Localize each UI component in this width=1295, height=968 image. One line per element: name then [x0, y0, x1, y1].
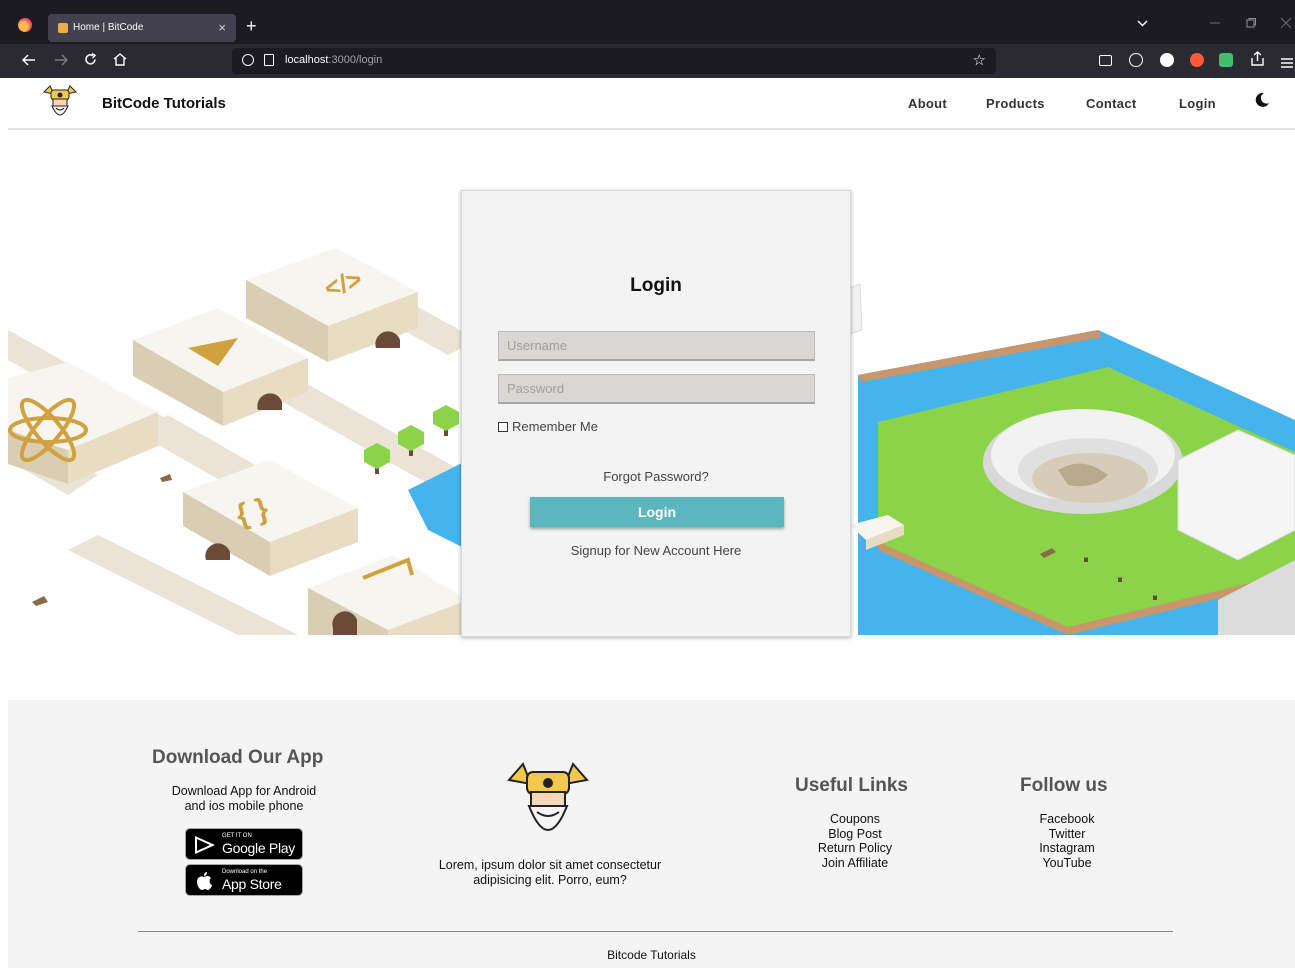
link-facebook[interactable]: Facebook [1007, 812, 1127, 827]
page-info-icon[interactable] [264, 54, 274, 66]
nav-products[interactable]: Products [986, 96, 1045, 111]
favicon-icon [58, 23, 68, 33]
apple-icon [197, 872, 212, 890]
login-title: Login [630, 275, 682, 296]
remember-me-checkbox[interactable] [498, 422, 508, 432]
browser-toolbar: localhost:3000/login ☆ [0, 44, 1295, 78]
signup-link[interactable]: Signup for New Account Here [462, 543, 850, 558]
link-return-policy[interactable]: Return Policy [795, 841, 915, 856]
pocket-icon[interactable] [1129, 53, 1143, 67]
url-bar[interactable]: localhost:3000/login ☆ [232, 48, 996, 74]
login-button[interactable]: Login [530, 497, 784, 527]
useful-links: Coupons Blog Post Return Policy Join Aff… [795, 812, 915, 870]
site-header: BitCode Tutorials About Products Contact… [8, 78, 1295, 130]
extension-orange-icon[interactable] [1190, 53, 1204, 67]
footer-logo-icon [507, 762, 589, 831]
password-input[interactable] [498, 374, 815, 404]
extension-s-icon[interactable] [1160, 53, 1174, 67]
app-menu-icon[interactable] [1281, 54, 1293, 72]
back-icon[interactable] [21, 52, 36, 70]
site-footer: Download Our App Download App for Androi… [8, 700, 1295, 968]
link-blog-post[interactable]: Blog Post [795, 827, 915, 842]
nav-login[interactable]: Login [1179, 96, 1216, 111]
close-window-icon[interactable] [1280, 17, 1292, 31]
tab-close-icon[interactable]: × [218, 20, 226, 35]
nav-about[interactable]: About [908, 96, 947, 111]
footer-divider [138, 931, 1173, 932]
bitcode-logo-icon[interactable] [40, 82, 80, 122]
login-card: Login Remember Me Forgot Password? Login… [461, 190, 851, 637]
browser-tab[interactable]: Home | BitCode × [48, 14, 236, 42]
reload-icon[interactable] [84, 52, 97, 70]
remember-me[interactable]: Remember Me [498, 419, 598, 434]
social-links: Facebook Twitter Instagram YouTube [1007, 812, 1127, 870]
share-icon[interactable] [1251, 51, 1264, 70]
link-instagram[interactable]: Instagram [1007, 841, 1127, 856]
tab-list-icon[interactable] [1137, 18, 1148, 30]
url-text: localhost:3000/login [285, 54, 383, 66]
restore-icon[interactable] [1246, 18, 1256, 31]
download-title: Download Our App [152, 747, 324, 768]
link-join-affiliate[interactable]: Join Affiliate [795, 856, 915, 871]
link-youtube[interactable]: YouTube [1007, 856, 1127, 871]
brand-name[interactable]: BitCode Tutorials [102, 95, 226, 112]
extension-green-icon[interactable] [1219, 53, 1233, 67]
copyright: Bitcode Tutorials [607, 948, 696, 962]
tab-title: Home | BitCode [73, 22, 144, 33]
dark-mode-moon-icon[interactable] [1254, 92, 1270, 108]
about-text: Lorem, ipsum dolor sit amet consectetur … [438, 858, 662, 887]
new-tab-button[interactable]: + [246, 16, 257, 36]
username-input[interactable] [498, 331, 815, 361]
useful-links-title: Useful Links [795, 775, 908, 796]
library-icon[interactable] [1099, 55, 1112, 66]
minimize-icon[interactable] [1210, 18, 1220, 31]
firefox-logo-icon[interactable] [18, 18, 32, 32]
home-icon[interactable] [113, 52, 127, 70]
forward-icon[interactable] [54, 52, 69, 70]
browser-tab-bar: Home | BitCode × + [0, 0, 1295, 44]
link-coupons[interactable]: Coupons [795, 812, 915, 827]
google-play-button[interactable]: GET IT ON Google Play [185, 828, 303, 860]
follow-us-title: Follow us [1020, 775, 1108, 796]
google-play-icon [195, 836, 215, 854]
link-twitter[interactable]: Twitter [1007, 827, 1127, 842]
forgot-password-link[interactable]: Forgot Password? [462, 469, 850, 484]
download-text: Download App for Android and ios mobile … [171, 784, 317, 813]
nav-contact[interactable]: Contact [1086, 96, 1137, 111]
tracking-shield-icon[interactable] [242, 54, 254, 66]
app-store-button[interactable]: Download on the App Store [185, 864, 303, 896]
remember-me-label: Remember Me [512, 419, 598, 434]
bookmark-star-icon[interactable]: ☆ [973, 51, 986, 69]
